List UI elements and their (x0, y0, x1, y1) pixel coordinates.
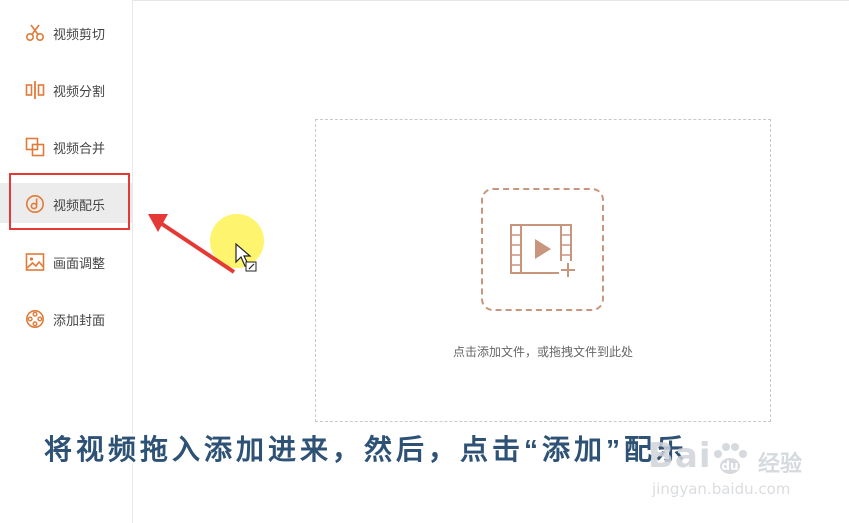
tutorial-caption: 将视频拖入添加进来，然后，点击“添加”配乐 (44, 434, 689, 465)
sidebar-item-label: 视频分割 (53, 84, 106, 99)
watermark-brand-cn: 经验 (758, 451, 803, 476)
add-video-icon (509, 223, 579, 286)
film-reel-icon (24, 308, 46, 330)
music-note-icon (24, 193, 46, 215)
sidebar-item-add-cover[interactable]: 添加封面 (0, 298, 132, 338)
image-icon (24, 251, 46, 273)
scissors-icon (24, 22, 46, 44)
sidebar-item-label: 视频配乐 (53, 198, 106, 213)
sidebar-item-video-merge[interactable]: 视频合并 (0, 126, 132, 166)
baidu-jingyan-watermark: Bai du 经验 jingyan.baidu.com (640, 432, 840, 512)
svg-text:du: du (721, 459, 738, 473)
paw-logo-icon: du (710, 442, 750, 481)
dropzone-hint-text: 点击添加文件，或拖拽文件到此处 (452, 345, 633, 359)
sidebar-item-label: 视频剪切 (53, 27, 106, 42)
sidebar-item-video-cut[interactable]: 视频剪切 (0, 12, 132, 52)
sidebar-item-picture-adjust[interactable]: 画面调整 (0, 241, 132, 281)
sidebar-item-video-split[interactable]: 视频分割 (0, 69, 132, 109)
merge-icon (24, 136, 46, 158)
sidebar-item-label: 画面调整 (53, 256, 106, 271)
watermark-brand: Bai (648, 436, 712, 476)
sidebar-item-label: 添加封面 (53, 313, 106, 328)
sidebar-item-video-music[interactable]: 视频配乐 (0, 183, 132, 223)
add-file-area[interactable] (481, 188, 604, 311)
watermark-site: jingyan.baidu.com (652, 480, 791, 498)
sidebar-item-label: 视频合并 (53, 141, 106, 156)
split-icon (24, 79, 46, 101)
mouse-cursor-icon (235, 242, 257, 272)
